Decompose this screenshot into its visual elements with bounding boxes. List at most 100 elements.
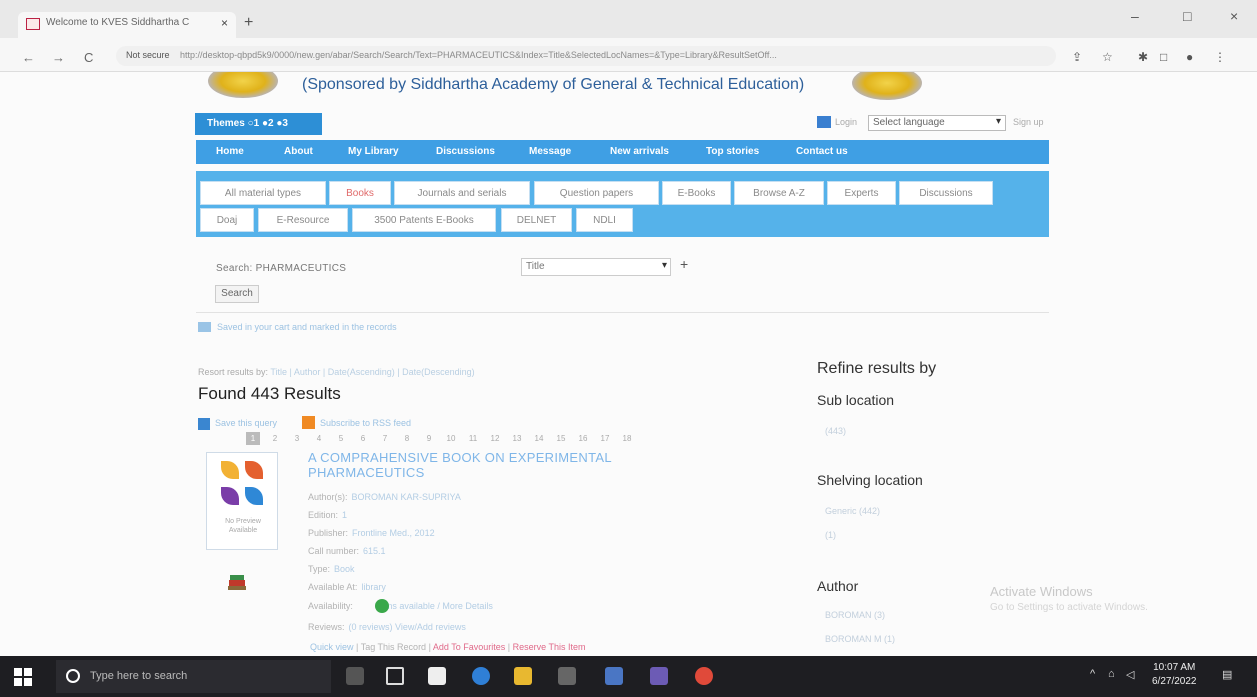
close-window-button[interactable]: × bbox=[1230, 8, 1238, 24]
edge-browser-icon[interactable] bbox=[472, 667, 490, 685]
page-link[interactable]: 16 bbox=[576, 432, 590, 445]
language-select[interactable]: Select language ▾ bbox=[868, 115, 1006, 131]
nav-message[interactable]: Message bbox=[529, 146, 571, 157]
taskbar-search-input[interactable]: Type here to search bbox=[56, 660, 331, 693]
store-icon[interactable] bbox=[428, 667, 446, 685]
url-text: http://desktop-qbpd5k9/0000/new.gen/abar… bbox=[180, 50, 777, 60]
nav-my-library[interactable]: My Library bbox=[348, 146, 399, 157]
tab-experts[interactable]: Experts bbox=[827, 181, 896, 205]
tab-all-material-types[interactable]: All material types bbox=[200, 181, 326, 205]
nav-contact-us[interactable]: Contact us bbox=[796, 146, 848, 157]
nav-top-stories[interactable]: Top stories bbox=[706, 146, 759, 157]
facet-item[interactable]: (1) bbox=[825, 530, 836, 540]
browser-tab[interactable]: Welcome to KVES Siddhartha C × bbox=[18, 12, 236, 38]
app-icon[interactable] bbox=[605, 667, 623, 685]
nav-home[interactable]: Home bbox=[216, 146, 244, 157]
tab-delnet[interactable]: DELNET bbox=[501, 208, 572, 232]
tab-e-books[interactable]: E-Books bbox=[662, 181, 731, 205]
url-input[interactable]: Not secure http://desktop-qbpd5k9/0000/n… bbox=[116, 46, 1056, 66]
quick-view-link[interactable]: Quick view bbox=[310, 642, 354, 652]
minimize-button[interactable]: – bbox=[1131, 8, 1139, 24]
menu-icon[interactable]: ⋮ bbox=[1214, 50, 1226, 64]
share-icon[interactable]: ⇪ bbox=[1072, 50, 1082, 64]
tag-record-link[interactable]: Tag This Record bbox=[361, 642, 426, 652]
book-cover-placeholder[interactable]: No Preview Available bbox=[206, 452, 278, 550]
maximize-button[interactable]: □ bbox=[1183, 8, 1191, 24]
page-link[interactable]: 8 bbox=[400, 432, 414, 445]
not-secure-label[interactable]: Not secure bbox=[126, 50, 170, 60]
facet-item[interactable]: Generic (442) bbox=[825, 506, 880, 516]
tab-question-papers[interactable]: Question papers bbox=[534, 181, 659, 205]
save-query-link[interactable]: Save this query bbox=[215, 418, 277, 428]
tab-e-resource[interactable]: E-Resource bbox=[258, 208, 348, 232]
page-link[interactable]: 14 bbox=[532, 432, 546, 445]
tab-books[interactable]: Books bbox=[329, 181, 391, 205]
search-button[interactable]: Search bbox=[215, 285, 259, 303]
page-link[interactable]: 4 bbox=[312, 432, 326, 445]
login-link[interactable]: Login bbox=[835, 117, 857, 127]
page-link[interactable]: 18 bbox=[620, 432, 634, 445]
tray-chevron-icon[interactable]: ^ bbox=[1090, 668, 1095, 680]
network-icon[interactable]: ⌂ bbox=[1108, 668, 1115, 680]
volume-icon[interactable]: ◁ bbox=[1126, 668, 1134, 681]
reload-button[interactable]: C bbox=[84, 50, 93, 65]
page-link[interactable]: 6 bbox=[356, 432, 370, 445]
tab-ndli[interactable]: NDLI bbox=[576, 208, 633, 232]
page-link[interactable]: 12 bbox=[488, 432, 502, 445]
page-link[interactable]: 15 bbox=[554, 432, 568, 445]
taskbar-clock[interactable]: 10:07 AM 6/27/2022 bbox=[1152, 661, 1197, 689]
terminal-icon[interactable] bbox=[558, 667, 576, 685]
profile-icon[interactable]: ● bbox=[1186, 50, 1193, 64]
themes-selector[interactable]: Themes ○1 ●2 ●3 bbox=[195, 113, 322, 135]
file-explorer-icon[interactable] bbox=[514, 667, 532, 685]
app-icon[interactable] bbox=[650, 667, 668, 685]
reserve-item-link[interactable]: Reserve This Item bbox=[513, 642, 586, 652]
subscribe-link[interactable]: Subscribe to RSS feed bbox=[320, 418, 411, 428]
page-link[interactable]: 10 bbox=[444, 432, 458, 445]
page-link[interactable]: 9 bbox=[422, 432, 436, 445]
add-favourites-link[interactable]: Add To Favourites bbox=[433, 642, 505, 652]
windows-start-icon[interactable] bbox=[14, 668, 32, 686]
page-link[interactable]: 5 bbox=[334, 432, 348, 445]
sponsor-text: (Sponsored by Siddhartha Academy of Gene… bbox=[302, 76, 805, 93]
microphone-icon[interactable] bbox=[346, 667, 364, 685]
page-link[interactable]: 13 bbox=[510, 432, 524, 445]
page-link[interactable]: 7 bbox=[378, 432, 392, 445]
nav-about[interactable]: About bbox=[284, 146, 313, 157]
close-tab-icon[interactable]: × bbox=[221, 16, 228, 30]
notifications-icon[interactable]: ▤ bbox=[1222, 668, 1232, 681]
sidebar-icon[interactable]: □ bbox=[1160, 50, 1167, 64]
result-title-link[interactable]: A COMPRAHENSIVE BOOK ON EXPERIMENTAL PHA… bbox=[308, 450, 708, 480]
tab-doaj[interactable]: Doaj bbox=[200, 208, 254, 232]
page-link[interactable]: 3 bbox=[290, 432, 304, 445]
signup-link[interactable]: Sign up bbox=[1013, 117, 1044, 127]
facet-item[interactable]: BOROMAN (3) bbox=[825, 610, 885, 620]
star-icon[interactable]: ☆ bbox=[1102, 50, 1113, 64]
tab-browse-a-z[interactable]: Browse A-Z bbox=[734, 181, 824, 205]
chrome-browser-icon[interactable] bbox=[695, 667, 713, 685]
saved-cart-link[interactable]: Saved in your cart and marked in the rec… bbox=[217, 322, 397, 332]
page-link[interactable]: 17 bbox=[598, 432, 612, 445]
back-button[interactable]: ← bbox=[22, 50, 35, 65]
facet-item[interactable]: BOROMAN M (1) bbox=[825, 634, 895, 644]
tab-patents-e-books[interactable]: 3500 Patents E-Books bbox=[352, 208, 496, 232]
task-view-icon[interactable] bbox=[386, 667, 404, 685]
add-search-field-button[interactable]: + bbox=[680, 256, 688, 272]
page-link[interactable]: 1 bbox=[246, 432, 260, 445]
page-link[interactable]: 2 bbox=[268, 432, 282, 445]
nav-discussions[interactable]: Discussions bbox=[436, 146, 495, 157]
tab-discussions[interactable]: Discussions bbox=[899, 181, 993, 205]
new-tab-button[interactable]: + bbox=[244, 14, 253, 32]
resort-options[interactable]: Title | Author | Date(Ascending) | Date(… bbox=[270, 367, 474, 377]
folder-icon bbox=[198, 322, 211, 332]
facet-item[interactable]: (443) bbox=[825, 426, 846, 436]
page-link[interactable]: 11 bbox=[466, 432, 480, 445]
nav-new-arrivals[interactable]: New arrivals bbox=[610, 146, 669, 157]
extensions-icon[interactable]: ✱ bbox=[1138, 50, 1148, 64]
tab-journals[interactable]: Journals and serials bbox=[394, 181, 530, 205]
chevron-down-icon: ▾ bbox=[661, 260, 667, 271]
search-type-select[interactable]: Title ▾ bbox=[521, 258, 671, 276]
result-edition: Edition: 1 bbox=[308, 510, 348, 520]
forward-button[interactable]: → bbox=[52, 50, 65, 65]
result-call-number: Call number: 615.1 bbox=[308, 546, 386, 556]
